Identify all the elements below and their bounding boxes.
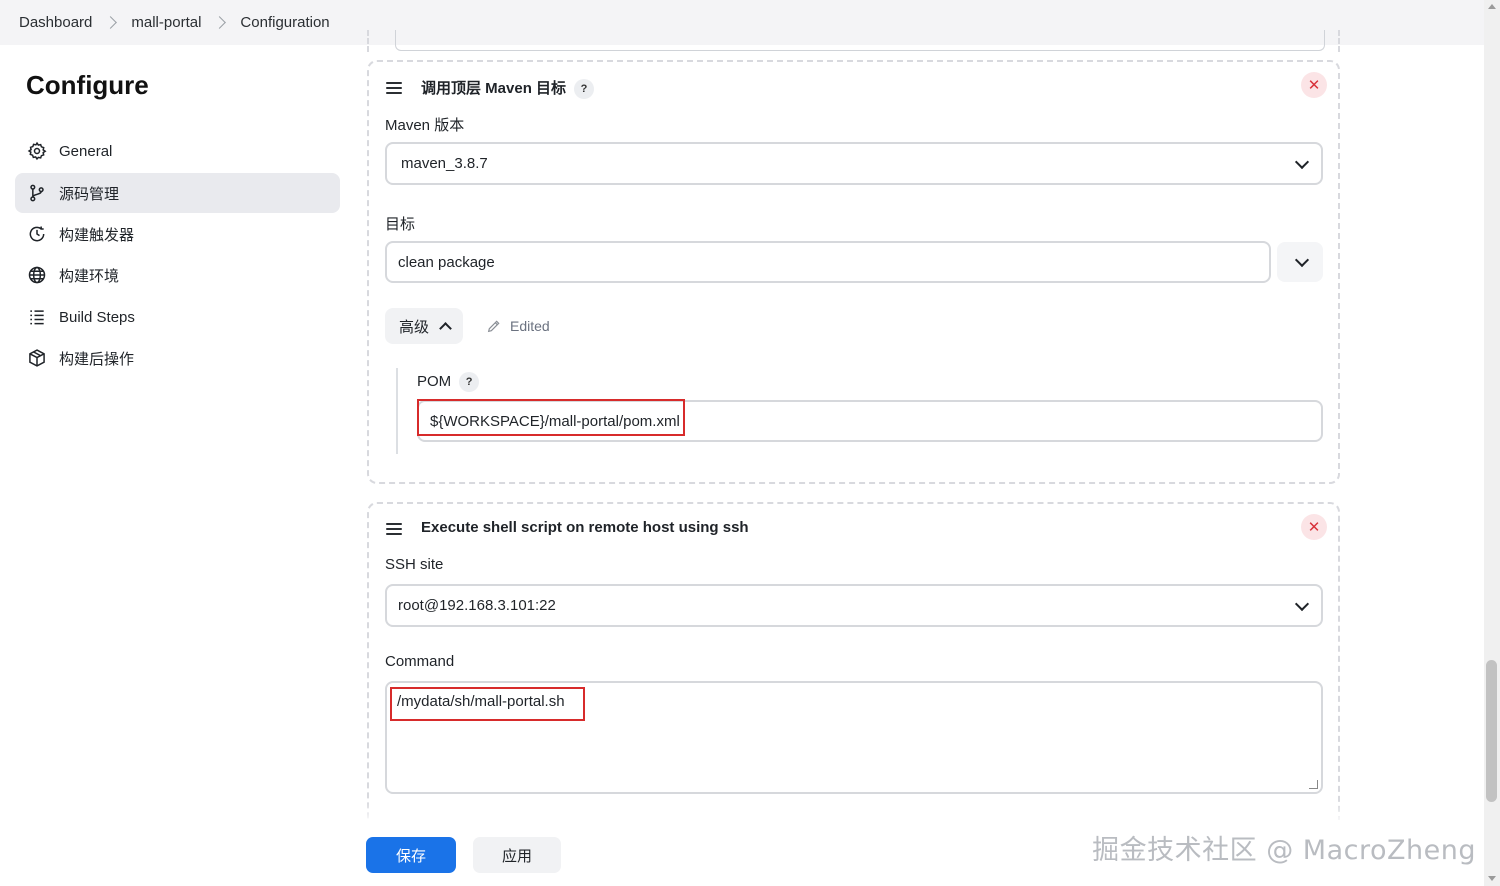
sidebar-item-environment[interactable]: 构建环境	[15, 255, 340, 295]
sidebar-item-triggers[interactable]: 构建触发器	[15, 214, 340, 254]
page-title: Configure	[26, 70, 149, 100]
pom-label: POM?	[417, 372, 480, 392]
maven-step-title: 调用顶层 Maven 目标?	[421, 77, 595, 100]
branch-icon	[27, 183, 47, 203]
previous-step-stub	[367, 30, 1340, 52]
maven-version-value: maven_3.8.7	[401, 155, 488, 172]
maven-step-title-text: 调用顶层 Maven 目标	[421, 80, 567, 97]
maven-version-label: Maven 版本	[385, 117, 465, 134]
clock-icon	[27, 224, 47, 244]
sidebar-item-label: 构建后操作	[59, 350, 135, 368]
save-button[interactable]: 保存	[366, 837, 456, 873]
drag-handle-icon[interactable]	[386, 523, 402, 535]
ssh-step-title: Execute shell script on remote host usin…	[421, 519, 749, 536]
chevron-down-icon	[1294, 154, 1310, 169]
remove-step-button[interactable]: ✕	[1301, 72, 1327, 98]
advanced-toggle-button[interactable]: 高级	[385, 308, 463, 344]
chevron-down-icon	[1294, 596, 1310, 611]
gear-icon	[27, 141, 47, 161]
breadcrumb-dashboard[interactable]: Dashboard	[19, 14, 92, 31]
ssh-site-value: root@192.168.3.101:22	[398, 597, 556, 614]
ssh-site-select[interactable]: root@192.168.3.101:22	[385, 584, 1323, 627]
ssh-site-label: SSH site	[385, 556, 444, 573]
previous-textarea-edge	[395, 30, 1325, 51]
globe-icon	[27, 265, 47, 285]
goals-input[interactable]: clean package	[385, 241, 1271, 283]
sidebar-item-label: Build Steps	[59, 308, 135, 326]
scroll-down-icon[interactable]	[1488, 876, 1496, 881]
breadcrumb-chevron-icon	[104, 16, 118, 29]
advanced-label: 高级	[399, 318, 430, 336]
breadcrumb-chevron-icon	[213, 16, 227, 29]
chevron-up-icon	[439, 321, 452, 335]
package-icon	[27, 348, 47, 368]
pom-highlight-box	[417, 399, 685, 436]
goals-value: clean package	[398, 253, 495, 271]
watermark: 掘金技术社区 @ MacroZheng	[1092, 835, 1476, 866]
edited-label: Edited	[510, 318, 550, 334]
help-icon[interactable]: ?	[574, 79, 595, 100]
help-icon[interactable]: ?	[459, 372, 480, 392]
apply-button[interactable]: 应用	[473, 837, 561, 873]
sidebar-item-build-steps[interactable]: Build Steps	[15, 297, 340, 337]
sidebar-item-label: 源码管理	[59, 185, 120, 203]
sidebar-item-label: General	[59, 142, 113, 160]
resize-handle-icon[interactable]	[1309, 780, 1318, 789]
sidebar-item-scm[interactable]: 源码管理	[15, 173, 340, 213]
edited-indicator: Edited	[486, 318, 550, 334]
command-highlight-box	[390, 687, 585, 721]
scroll-up-icon[interactable]	[1488, 4, 1496, 9]
chevron-down-icon	[1294, 252, 1310, 268]
maven-step-card: 调用顶层 Maven 目标? ✕ Maven 版本 maven_3.8.7 目标…	[367, 60, 1340, 484]
advanced-section-rule	[396, 368, 398, 454]
breadcrumb-configuration[interactable]: Configuration	[240, 14, 329, 31]
remove-step-button[interactable]: ✕	[1301, 514, 1327, 540]
pom-label-text: POM	[417, 372, 452, 390]
goals-label: 目标	[385, 216, 416, 233]
breadcrumb-project[interactable]: mall-portal	[131, 14, 201, 31]
sidebar-item-label: 构建触发器	[59, 226, 135, 244]
sidebar-item-general[interactable]: General	[15, 131, 340, 171]
ssh-step-card: Execute shell script on remote host usin…	[367, 502, 1340, 832]
pencil-icon	[487, 320, 500, 333]
list-icon	[27, 307, 47, 327]
maven-version-select[interactable]: maven_3.8.7	[385, 142, 1323, 185]
command-label: Command	[385, 653, 455, 670]
sidebar-item-post-build[interactable]: 构建后操作	[15, 338, 340, 378]
sidebar-item-label: 构建环境	[59, 267, 120, 285]
drag-handle-icon[interactable]	[386, 82, 402, 94]
scrollbar-thumb[interactable]	[1486, 660, 1497, 802]
goals-expand-button[interactable]	[1277, 242, 1323, 282]
